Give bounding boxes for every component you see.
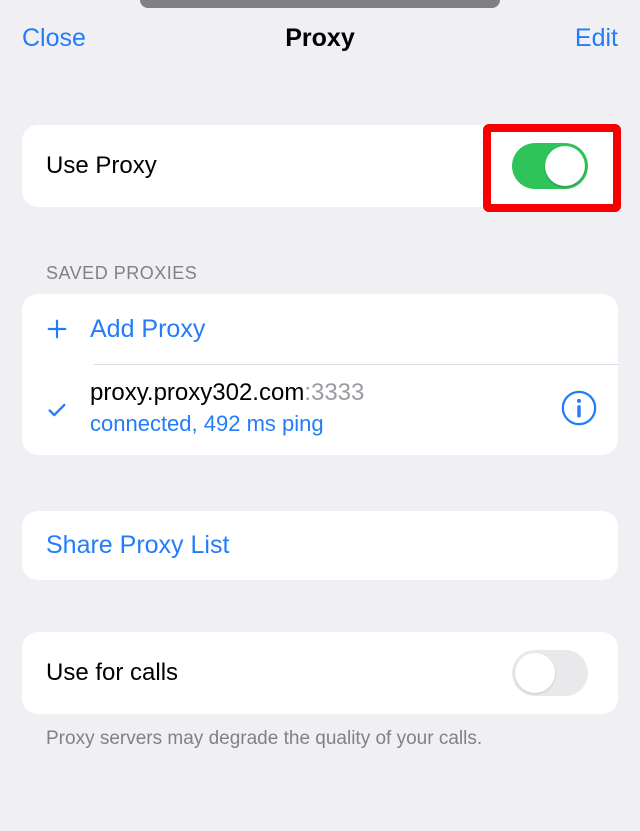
share-card: Share Proxy List: [22, 511, 618, 580]
proxy-entry-row[interactable]: proxy.proxy302.com:3333 connected, 492 m…: [22, 365, 618, 455]
close-button[interactable]: Close: [22, 24, 86, 53]
proxy-entry-text: proxy.proxy302.com:3333 connected, 492 m…: [90, 379, 550, 437]
page-title: Proxy: [285, 24, 354, 53]
toggle-knob: [545, 146, 585, 186]
proxy-host: proxy.proxy302.com: [90, 379, 304, 406]
use-for-calls-row: Use for calls: [22, 632, 618, 714]
plus-icon: [46, 318, 68, 340]
use-for-calls-toggle[interactable]: [512, 650, 588, 696]
footer-note: Proxy servers may degrade the quality of…: [46, 728, 618, 750]
use-proxy-card: Use Proxy: [22, 125, 618, 207]
navbar: Close Proxy Edit: [0, 0, 640, 75]
use-proxy-toggle[interactable]: [512, 143, 588, 189]
use-for-calls-card: Use for calls: [22, 632, 618, 714]
toggle-knob: [515, 653, 555, 693]
add-proxy-row[interactable]: Add Proxy: [22, 294, 618, 364]
share-proxy-list-row[interactable]: Share Proxy List: [22, 511, 618, 580]
edit-button[interactable]: Edit: [575, 24, 618, 53]
use-proxy-row: Use Proxy: [22, 125, 618, 207]
checkmark-icon: [46, 399, 68, 421]
share-proxy-list-label: Share Proxy List: [46, 531, 229, 559]
info-icon[interactable]: [560, 389, 598, 427]
saved-proxies-header: SAVED PROXIES: [46, 263, 618, 284]
proxy-port: :3333: [304, 379, 364, 406]
saved-proxies-card: Add Proxy proxy.proxy302.com:3333 connec…: [22, 294, 618, 455]
add-proxy-label: Add Proxy: [90, 315, 205, 344]
sheet-handle-shadow: [140, 0, 500, 8]
proxy-status: connected, 492 ms ping: [90, 411, 550, 437]
use-proxy-label: Use Proxy: [46, 152, 157, 180]
use-for-calls-label: Use for calls: [46, 659, 178, 687]
